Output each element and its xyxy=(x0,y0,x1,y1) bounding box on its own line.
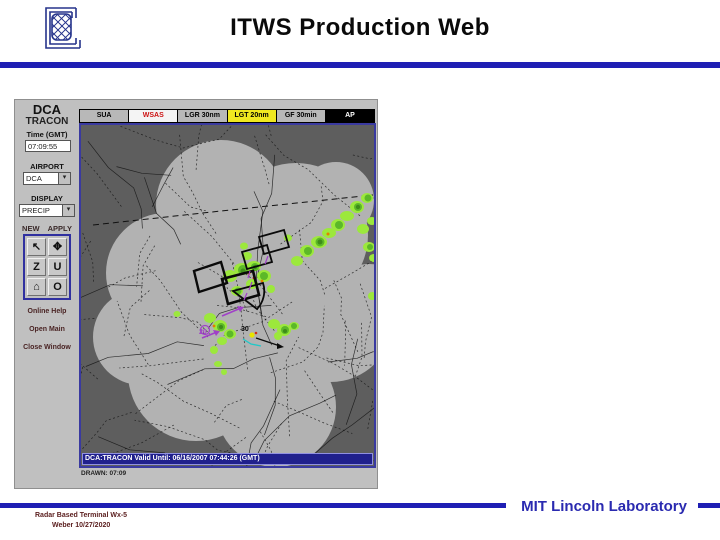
time-label: Time (GMT) xyxy=(26,130,68,139)
page-title: ITWS Production Web xyxy=(230,14,490,41)
home-button[interactable]: ⌂ xyxy=(27,278,46,296)
footer-rule-right xyxy=(698,503,720,508)
footer-rule-left xyxy=(0,503,506,508)
drawn-timestamp: DRAWN: 07:09 xyxy=(81,470,127,477)
new-apply-row: NEW APPLY xyxy=(15,224,79,233)
link-close-window[interactable]: Close Window xyxy=(15,344,79,351)
link-online-help[interactable]: Online Help xyxy=(15,308,79,315)
slide: ITWS Production Web DCA TRACON Time (GMT… xyxy=(0,0,720,540)
airport-select[interactable]: DCA ▾ xyxy=(23,172,71,185)
header-rule xyxy=(0,62,720,68)
display-select[interactable]: PRECIP ▾ xyxy=(19,204,75,217)
facility-sub-label: TRACON xyxy=(25,116,69,127)
footer-brand: MIT Lincoln Laboratory xyxy=(521,498,687,515)
product-tab-bar: SUA WSAS LGR 30nm LGT 20nm GF 30min AP xyxy=(79,109,375,123)
apply-button[interactable]: APPLY xyxy=(48,224,72,233)
overlay-button[interactable]: O xyxy=(48,278,67,296)
footer-author-date: Weber 10/27/2020 xyxy=(52,522,111,529)
unzoom-button[interactable]: U xyxy=(48,258,67,276)
map-tool-grid: ↖ ✥ Z U ⌂ O xyxy=(23,234,71,300)
pan-button[interactable]: ✥ xyxy=(48,238,67,256)
tab-wsas[interactable]: WSAS xyxy=(129,110,179,122)
display-label: DISPLAY xyxy=(31,194,63,203)
radar-map-graphic: 20 30 xyxy=(81,125,374,466)
itws-app-window: DCA TRACON Time (GMT) 07:09:55 AIRPORT D… xyxy=(14,99,378,489)
time-field[interactable]: 07:09:55 xyxy=(25,140,71,152)
tab-lgt-20nm[interactable]: LGT 20nm xyxy=(227,110,277,122)
pointer-button[interactable]: ↖ xyxy=(27,238,46,256)
sidebar-links: Online Help Open Main Close Window xyxy=(15,308,79,362)
display-dropdown-icon[interactable]: ▾ xyxy=(62,205,74,216)
tab-ap[interactable]: AP xyxy=(325,110,375,122)
radar-map[interactable]: 20 30 DCA:TRACON Valid Until: 06/16/2007… xyxy=(79,123,376,468)
footer-slide-title: Radar Based Terminal Wx-5 xyxy=(35,512,128,519)
tab-gf-30min[interactable]: GF 30min xyxy=(276,110,326,122)
new-button[interactable]: NEW xyxy=(22,224,40,233)
timer-label-20: 20 xyxy=(199,329,207,336)
airport-dropdown-icon[interactable]: ▾ xyxy=(58,173,70,184)
timer-label-30: 30 xyxy=(241,326,249,333)
map-status-bar: DCA:TRACON Valid Until: 06/16/2007 07:44… xyxy=(82,453,373,465)
link-open-main[interactable]: Open Main xyxy=(15,326,79,333)
airport-value: DCA xyxy=(26,174,42,183)
display-value: PRECIP xyxy=(22,206,50,215)
tab-lgr-30nm[interactable]: LGR 30nm xyxy=(178,110,228,122)
tab-sua[interactable]: SUA xyxy=(80,110,130,122)
facility-label: DCA xyxy=(32,102,62,117)
zoom-button[interactable]: Z xyxy=(27,258,46,276)
airport-label: AIRPORT xyxy=(30,162,64,171)
